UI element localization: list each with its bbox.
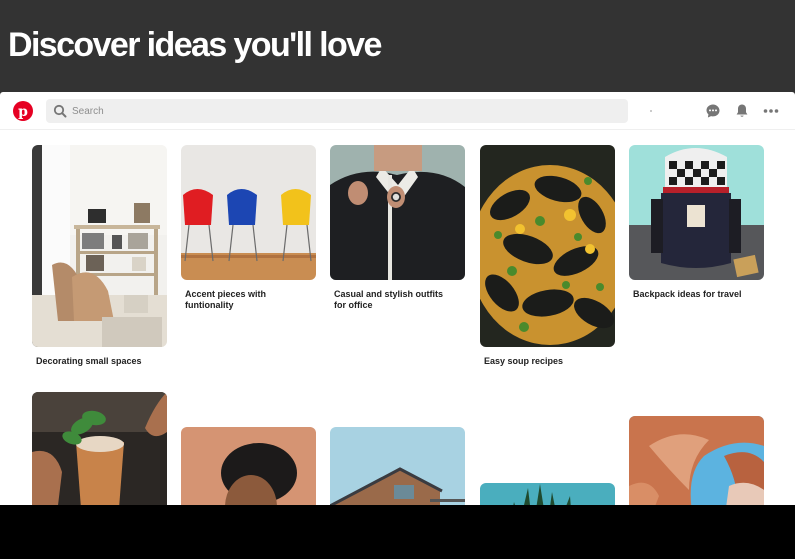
nav-separator-dot — [650, 110, 652, 112]
logo-letter: p — [18, 103, 28, 120]
pin-image — [32, 392, 167, 505]
pin-image — [330, 427, 465, 505]
top-nav-bar: p — [0, 92, 795, 130]
pin-portrait[interactable] — [181, 427, 316, 505]
pinterest-window: p Search Decorating small spaces Accent … — [0, 92, 795, 505]
pin-cocktail[interactable] — [32, 392, 167, 505]
pin-accent-pieces[interactable]: Accent pieces with funtionality — [181, 145, 316, 311]
search-icon — [53, 104, 67, 118]
more-icon[interactable] — [763, 103, 779, 119]
pin-title: Casual and stylish outfits for office — [334, 289, 444, 310]
bottom-letterbox — [0, 505, 795, 559]
pin-backpack-ideas[interactable]: Backpack ideas for travel — [629, 145, 764, 300]
pin-plant[interactable] — [480, 483, 615, 505]
pin-title: Backpack ideas for travel — [633, 289, 742, 299]
pin-soup-recipes[interactable]: Easy soup recipes — [480, 145, 615, 367]
messages-icon[interactable] — [705, 103, 721, 119]
pin-casual-outfits[interactable]: Casual and stylish outfits for office — [330, 145, 465, 311]
pin-grid: Decorating small spaces Accent pieces wi… — [0, 130, 795, 505]
pin-decorating-small-spaces[interactable]: Decorating small spaces — [32, 145, 167, 367]
hero-title: Discover ideas you'll love — [8, 26, 382, 64]
pin-architecture[interactable] — [330, 427, 465, 505]
pin-title: Decorating small spaces — [36, 356, 142, 366]
pinterest-logo[interactable]: p — [13, 101, 33, 121]
pin-image — [181, 145, 316, 280]
pin-title: Accent pieces with funtionality — [185, 289, 267, 310]
pin-image — [32, 145, 167, 347]
pin-image — [629, 416, 764, 505]
pin-title: Easy soup recipes — [484, 356, 564, 366]
notifications-icon[interactable] — [734, 103, 750, 119]
pin-image — [181, 427, 316, 505]
pin-image — [629, 145, 764, 280]
search-input[interactable] — [46, 99, 628, 123]
pin-image — [330, 145, 465, 280]
pin-rock-arch[interactable] — [629, 416, 764, 505]
pin-image — [480, 483, 615, 505]
pin-image — [480, 145, 615, 347]
